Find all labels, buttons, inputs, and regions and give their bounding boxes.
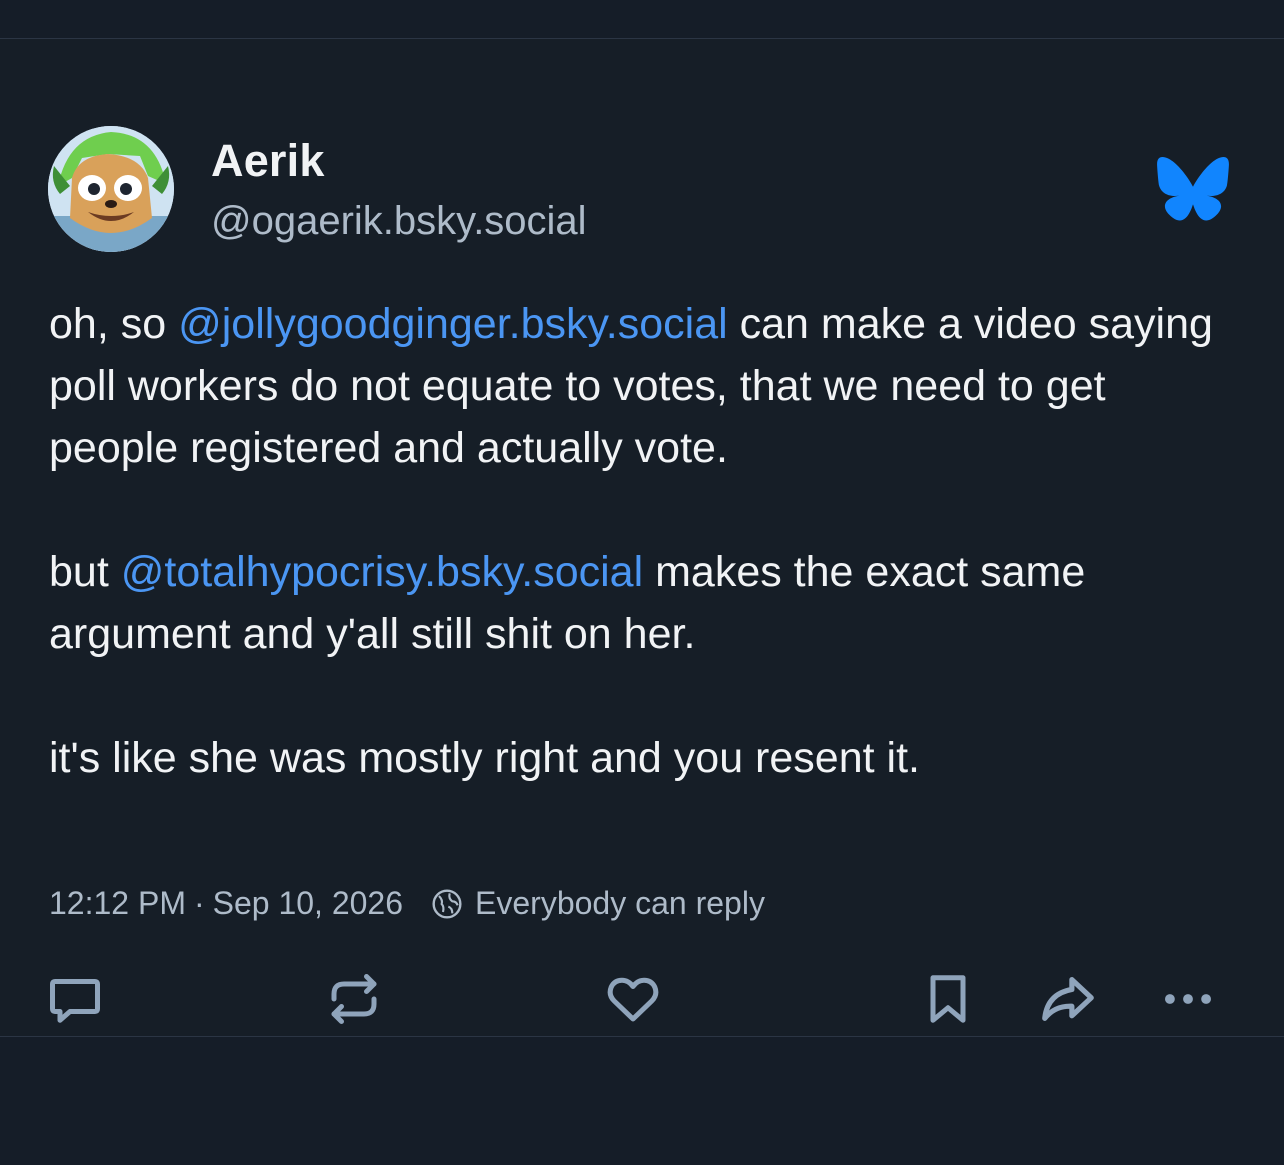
more-options-button[interactable] — [1156, 967, 1220, 1031]
post-date: Sep 10, 2026 — [212, 885, 404, 921]
post-paragraph: it's like she was mostly right and you r… — [49, 734, 920, 782]
post-paragraph: oh, so @jollygoodginger.bsky.social can … — [49, 293, 1239, 479]
author-display-name[interactable]: Aerik — [211, 135, 325, 187]
text-segment: but — [49, 548, 121, 596]
bluesky-butterfly-icon — [1157, 157, 1229, 221]
mention-link-jollygoodginger[interactable]: @jollygoodginger.bsky.social — [178, 300, 728, 348]
like-button[interactable] — [601, 967, 665, 1031]
author-handle[interactable]: @ogaerik.bsky.social — [211, 199, 587, 244]
post-meta: 12:12 PM · Sep 10, 2026 Everybody can re… — [49, 885, 765, 922]
repost-button[interactable] — [322, 967, 386, 1031]
avatar-image — [48, 126, 174, 252]
more-icon — [1165, 994, 1211, 1004]
reply-setting-label: Everybody can reply — [475, 885, 765, 921]
post-card[interactable]: Aerik @ogaerik.bsky.social oh, so @jolly… — [0, 39, 1284, 1036]
top-divider-area — [0, 0, 1284, 39]
bottom-empty-area — [0, 1036, 1284, 1165]
repost-icon — [331, 974, 377, 1024]
comment-icon — [50, 979, 100, 1023]
post-time: 12:12 PM — [49, 885, 186, 921]
bookmark-icon — [930, 975, 966, 1023]
post-body: oh, so @jollygoodginger.bsky.social can … — [49, 293, 1239, 789]
reply-setting[interactable]: Everybody can reply — [431, 885, 765, 922]
share-icon — [1042, 977, 1094, 1021]
heart-icon — [607, 977, 659, 1022]
reply-button[interactable] — [43, 967, 107, 1031]
post-paragraph: but @totalhypocrisy.bsky.social makes th… — [49, 541, 1239, 665]
mention-link-totalhypocrisy[interactable]: @totalhypocrisy.bsky.social — [121, 548, 643, 596]
text-segment: oh, so — [49, 300, 179, 348]
globe-icon — [432, 888, 462, 919]
meta-separator: · — [193, 885, 205, 921]
bookmark-button[interactable] — [916, 967, 980, 1031]
share-button[interactable] — [1036, 967, 1100, 1031]
author-avatar[interactable] — [48, 126, 174, 252]
